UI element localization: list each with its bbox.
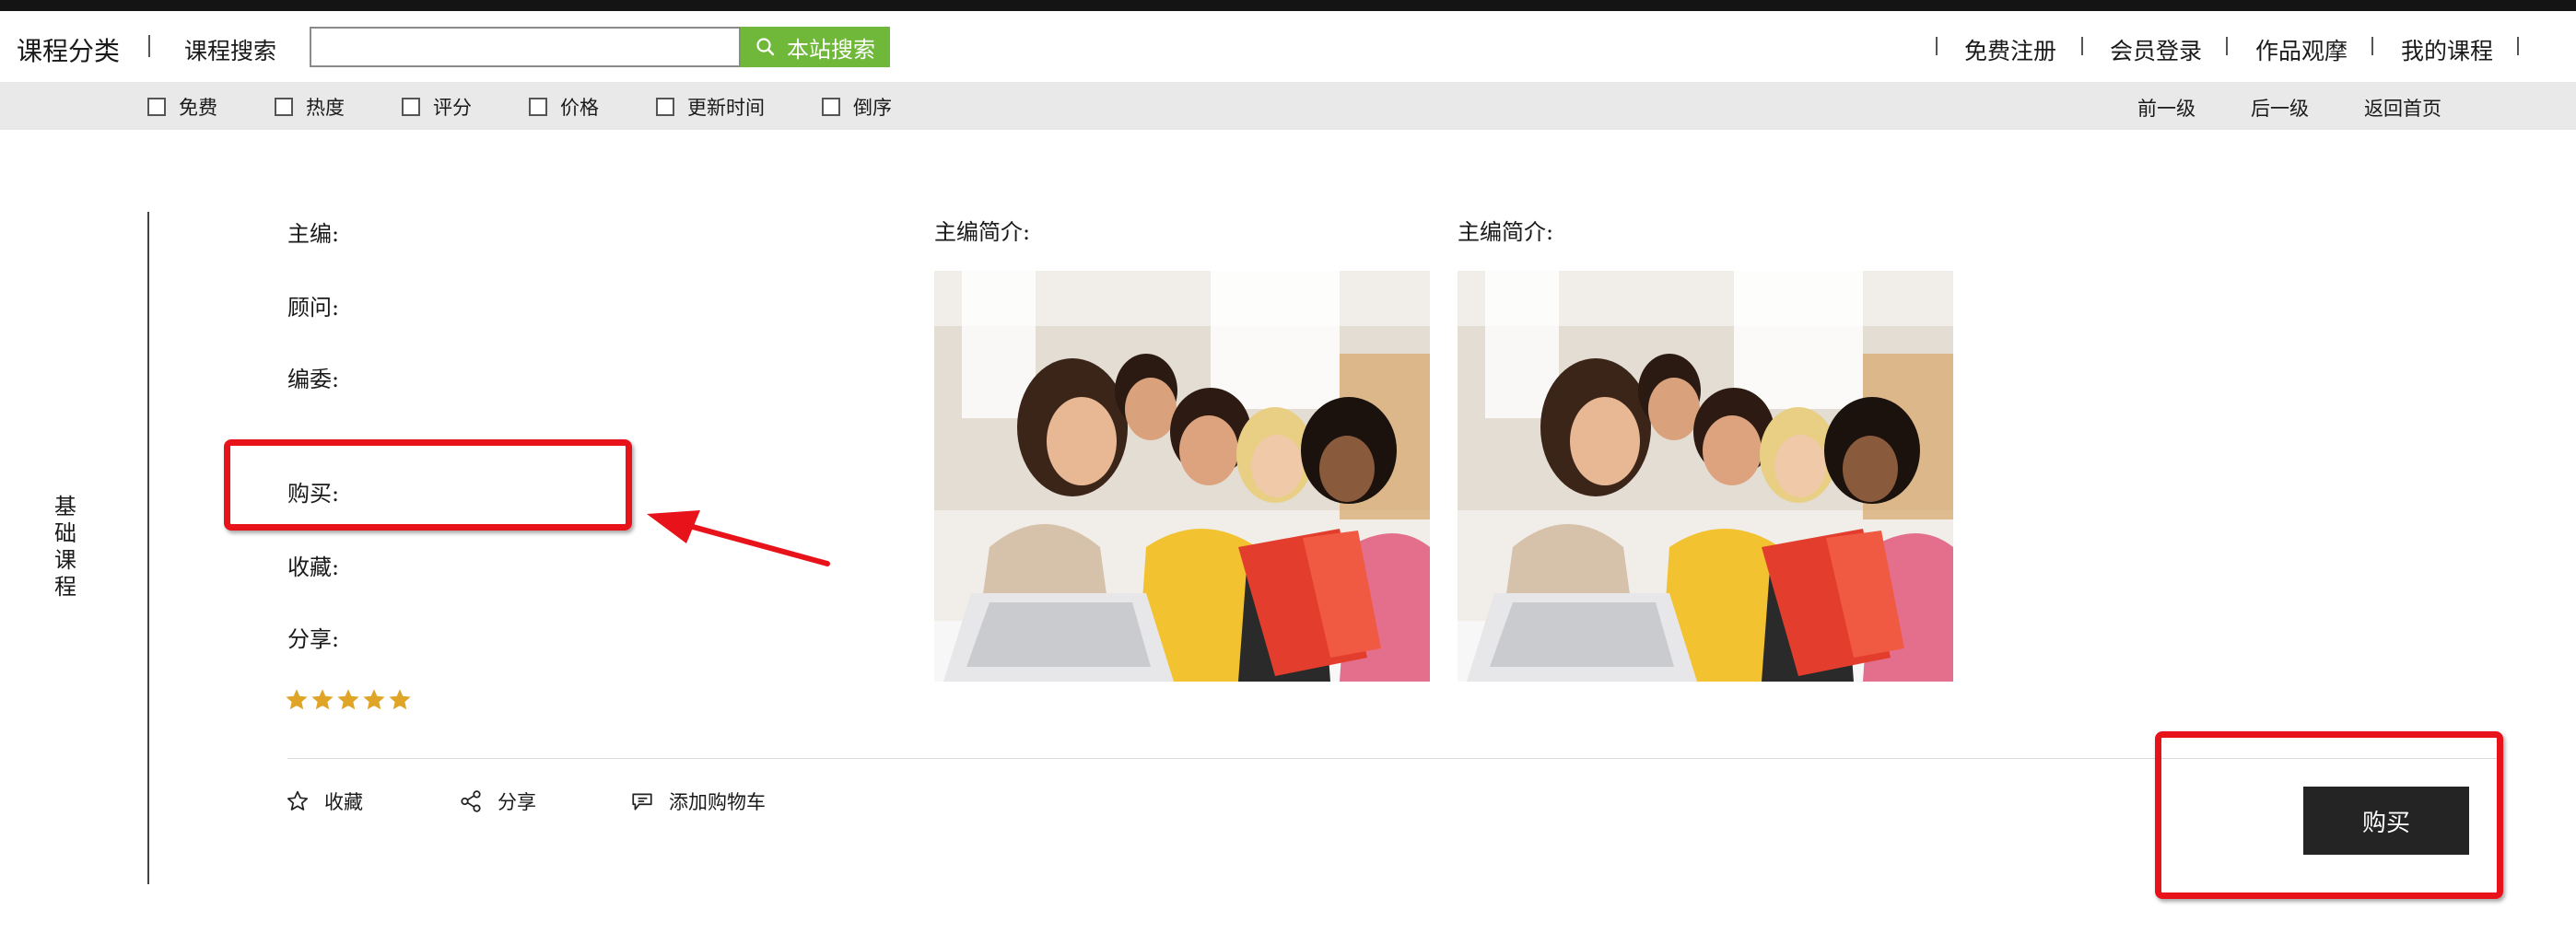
category-label: 基础课程	[54, 494, 76, 600]
share-icon	[461, 790, 481, 812]
filter-label: 更新时间	[687, 97, 765, 119]
filter-label: 价格	[560, 97, 599, 119]
filter-label: 倒序	[853, 97, 892, 119]
cart-icon	[632, 793, 652, 811]
committee-field: 编委:	[287, 367, 340, 392]
divider	[2371, 37, 2373, 55]
header: 课程分类 课程搜索 本站搜索 免费注册 会员登录 作品观摩 我的课程	[0, 11, 2576, 83]
star-icon	[389, 689, 411, 710]
star-icon	[286, 689, 308, 710]
editor-intro-label: 主编简介:	[934, 219, 1031, 245]
filter-price[interactable]: 价格	[529, 93, 599, 121]
star-icon	[337, 689, 359, 710]
favorite-field: 收藏:	[287, 554, 340, 580]
filter-label: 评分	[433, 97, 472, 119]
add-to-cart-label: 添加购物车	[669, 791, 766, 813]
home-link[interactable]: 返回首页	[2364, 94, 2441, 122]
filter-reverse[interactable]: 倒序	[822, 93, 892, 121]
star-icon	[363, 689, 385, 710]
annotation-arrow-icon	[647, 510, 830, 566]
search-label: 课程搜索	[184, 38, 277, 64]
favorite-action-label: 收藏	[324, 791, 363, 813]
checkbox[interactable]	[147, 98, 166, 116]
advisor-field: 顾问:	[287, 295, 340, 321]
filter-update-time[interactable]: 更新时间	[656, 93, 765, 121]
divider	[147, 212, 149, 884]
star-outline-icon	[287, 790, 309, 811]
annotation-highlight-box	[2155, 731, 2503, 899]
nav-register[interactable]: 免费注册	[1964, 33, 2056, 66]
filter-bar: 免费 热度 评分 价格 更新时间 倒序 前一级 后一级 返回首页	[0, 82, 2576, 130]
next-level-link[interactable]: 后一级	[2251, 94, 2309, 122]
checkbox[interactable]	[822, 98, 840, 116]
share-action-label: 分享	[498, 791, 536, 813]
star-rating	[286, 689, 411, 711]
divider	[2226, 37, 2228, 55]
search-icon	[756, 38, 775, 56]
editor-field: 主编:	[287, 221, 340, 247]
editor-intro-label: 主编简介:	[1458, 219, 1554, 245]
share-field: 分享:	[287, 626, 340, 652]
annotation-highlight-box	[224, 439, 632, 531]
add-to-cart-action[interactable]: 添加购物车	[630, 788, 766, 815]
checkbox[interactable]	[656, 98, 674, 116]
filter-label: 免费	[179, 97, 217, 119]
checkbox[interactable]	[275, 98, 293, 116]
share-action[interactable]: 分享	[459, 788, 536, 815]
divider	[2517, 37, 2519, 55]
filter-rating[interactable]: 评分	[402, 93, 472, 121]
nav-my-courses[interactable]: 我的课程	[2401, 33, 2493, 66]
search-input[interactable]	[310, 27, 741, 67]
filter-free[interactable]: 免费	[147, 93, 217, 121]
top-strip	[0, 0, 2576, 11]
divider	[1936, 37, 1938, 55]
checkbox[interactable]	[529, 98, 547, 116]
course-category-link[interactable]: 课程分类	[17, 31, 120, 68]
filter-label: 热度	[306, 97, 345, 119]
divider	[148, 35, 150, 57]
nav-login[interactable]: 会员登录	[2110, 33, 2202, 66]
filter-popularity[interactable]: 热度	[275, 93, 345, 121]
search-button[interactable]: 本站搜索	[741, 27, 890, 67]
prev-level-link[interactable]: 前一级	[2137, 94, 2195, 122]
students-photo	[934, 271, 1430, 682]
students-photo	[1458, 271, 1953, 682]
search-button-label: 本站搜索	[787, 36, 875, 63]
nav-works[interactable]: 作品观摩	[2255, 33, 2348, 66]
divider	[2081, 37, 2083, 55]
favorite-action[interactable]: 收藏	[286, 788, 363, 815]
checkbox[interactable]	[402, 98, 420, 116]
star-icon	[311, 689, 334, 710]
